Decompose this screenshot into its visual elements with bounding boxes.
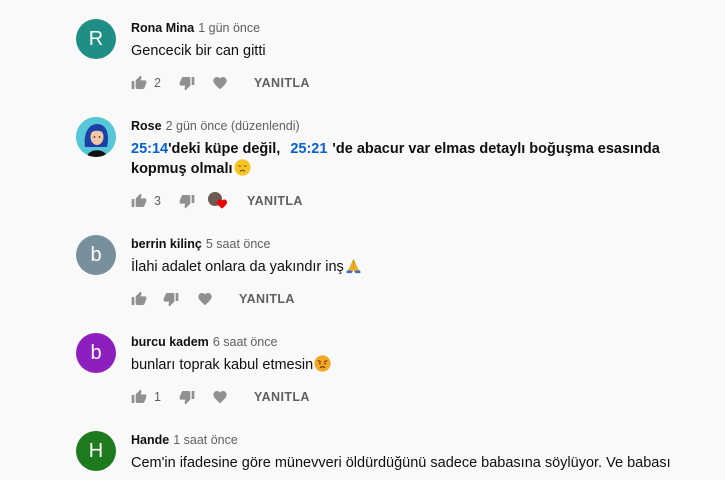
like-count: 3: [154, 194, 161, 208]
comment-text: İlahi adalet onlara da yakındır inş: [131, 257, 362, 277]
author-name[interactable]: Rose: [131, 119, 162, 133]
avatar[interactable]: b: [76, 333, 116, 373]
thumbs-down-icon[interactable]: [179, 75, 195, 91]
comment-header: Rose 2 gün önce (düzenlendi): [131, 119, 300, 133]
folded-hands-icon: [345, 257, 362, 274]
comment-time[interactable]: 5 saat önce: [206, 237, 271, 251]
thumbs-up-icon[interactable]: [131, 291, 147, 307]
author-name[interactable]: Hande: [131, 433, 169, 447]
reply-button[interactable]: YANITLA: [254, 76, 310, 90]
author-name[interactable]: Rona Mina: [131, 21, 194, 35]
reply-button[interactable]: YANITLA: [254, 390, 310, 404]
timestamp-link[interactable]: 25:21: [290, 141, 327, 157]
avatar[interactable]: H: [76, 431, 116, 471]
comment-toolbar: 2 YANITLA: [131, 73, 310, 93]
disappointed-face-icon: [233, 159, 251, 176]
comment-toolbar: 1 YANITLA: [131, 387, 310, 407]
thumbs-up-icon[interactable]: [131, 75, 147, 91]
thumbs-down-icon[interactable]: [163, 291, 179, 307]
creator-heart-icon[interactable]: [208, 192, 228, 210]
avatar[interactable]: b: [76, 235, 116, 275]
avatar[interactable]: R: [76, 19, 116, 59]
avatar[interactable]: [76, 117, 116, 157]
comment-text: bunları toprak kabul etmesin: [131, 355, 331, 375]
comment-time[interactable]: 2 gün önce (düzenlendi): [166, 119, 300, 133]
comment-text: Cem'in ifadesine göre münevveri öldürdüğ…: [131, 455, 671, 471]
reply-button[interactable]: YANITLA: [239, 292, 295, 306]
like-count: 1: [154, 390, 161, 404]
like-count: 2: [154, 76, 161, 90]
comment-time[interactable]: 1 gün önce: [198, 21, 260, 35]
comment-header: Hande 1 saat önce: [131, 433, 238, 447]
comment-header: Rona Mina 1 gün önce: [131, 21, 260, 35]
comment-text-part: İlahi adalet onlara da yakındır inş: [131, 259, 344, 275]
comment-time[interactable]: 6 saat önce: [213, 335, 278, 349]
comment-text-line: kopmuş olmalı: [131, 159, 251, 179]
comment-text-part: 'deki küpe değil,: [168, 141, 281, 157]
comment-toolbar: 3 YANITLA: [131, 191, 303, 211]
comment-text-part: kopmuş olmalı: [131, 161, 233, 177]
author-name[interactable]: berrin kilinç: [131, 237, 202, 251]
timestamp-link[interactable]: 25:14: [131, 141, 168, 157]
comment-header: berrin kilinç 5 saat önce: [131, 237, 271, 251]
avatar-illustration-icon: [76, 117, 116, 157]
comment-time[interactable]: 1 saat önce: [173, 433, 238, 447]
comment-text-part: bunları toprak kabul etmesin: [131, 357, 314, 373]
heart-icon[interactable]: [212, 75, 228, 91]
thumbs-down-icon[interactable]: [179, 193, 195, 209]
author-name[interactable]: burcu kadem: [131, 335, 209, 349]
thumbs-up-icon[interactable]: [131, 193, 147, 209]
heart-icon[interactable]: [212, 389, 228, 405]
angry-face-icon: [314, 355, 331, 372]
comment-text: 25:14'deki küpe değil, 25:21 'de abacur va…: [131, 139, 660, 159]
thumbs-up-icon[interactable]: [131, 389, 147, 405]
thumbs-down-icon[interactable]: [179, 389, 195, 405]
comment-text: Gencecik bir can gitti: [131, 43, 266, 59]
comment-toolbar: YANITLA: [131, 289, 295, 309]
comment-text-part: 'de abacur var elmas detaylı boğuşma esa…: [332, 141, 660, 157]
comment-header: burcu kadem 6 saat önce: [131, 335, 277, 349]
heart-icon[interactable]: [197, 291, 213, 307]
reply-button[interactable]: YANITLA: [247, 194, 303, 208]
